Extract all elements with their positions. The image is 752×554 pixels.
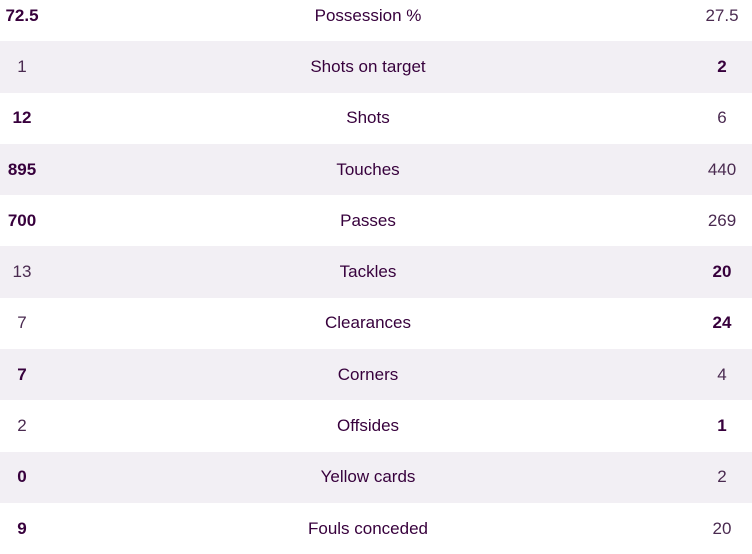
stat-label: Shots on target xyxy=(310,56,426,76)
away-value: 24 xyxy=(712,313,732,333)
home-value: 12 xyxy=(12,108,32,128)
stat-row: 9 Fouls conceded 20 xyxy=(0,503,752,554)
home-value: 2 xyxy=(17,416,27,436)
stat-row: 0 Yellow cards 2 xyxy=(0,451,752,503)
away-value: 6 xyxy=(717,108,727,128)
stat-label: Offsides xyxy=(336,416,400,436)
stat-row: 7 Corners 4 xyxy=(0,349,752,401)
stat-label: Tackles xyxy=(339,262,397,282)
stat-row: 895 Touches 440 xyxy=(0,143,752,196)
away-value: 20 xyxy=(712,262,732,282)
stat-label: Passes xyxy=(340,210,396,230)
stat-label: Possession % xyxy=(314,5,422,25)
home-value: 72.5 xyxy=(5,5,39,25)
stat-row: 2 Offsides 1 xyxy=(0,400,752,451)
away-value: 20 xyxy=(712,518,732,538)
stat-label: Yellow cards xyxy=(320,467,416,487)
stat-label: Clearances xyxy=(325,313,411,333)
home-value: 700 xyxy=(7,210,37,230)
away-value: 4 xyxy=(717,364,727,384)
away-value: 1 xyxy=(717,416,727,436)
stat-label: Touches xyxy=(336,159,400,179)
stat-row: 700 Passes 269 xyxy=(0,195,752,246)
away-value: 2 xyxy=(717,56,727,76)
away-value: 2 xyxy=(717,467,727,487)
stat-row: 72.5 Possession % 27.5 xyxy=(0,0,752,41)
home-value: 7 xyxy=(17,313,27,333)
home-value: 7 xyxy=(17,364,27,384)
home-value: 895 xyxy=(7,159,37,179)
home-value: 13 xyxy=(12,262,32,282)
stat-label: Shots xyxy=(346,108,390,128)
away-value: 269 xyxy=(707,210,737,230)
away-value: 440 xyxy=(707,159,737,179)
home-value: 0 xyxy=(17,467,27,487)
stat-row: 1 Shots on target 2 xyxy=(0,41,752,93)
away-value: 27.5 xyxy=(705,5,739,25)
home-value: 1 xyxy=(17,56,27,76)
home-value: 9 xyxy=(17,518,27,538)
stat-row: 12 Shots 6 xyxy=(0,93,752,144)
match-stats-table: 72.5 Possession % 27.5 1 Shots on target 2 12 S… xyxy=(0,0,752,554)
stat-label: Fouls conceded xyxy=(307,518,429,538)
stat-row: 13 Tackles 20 xyxy=(0,246,752,298)
stat-row: 7 Clearances 24 xyxy=(0,298,752,349)
stat-label: Corners xyxy=(337,364,399,384)
